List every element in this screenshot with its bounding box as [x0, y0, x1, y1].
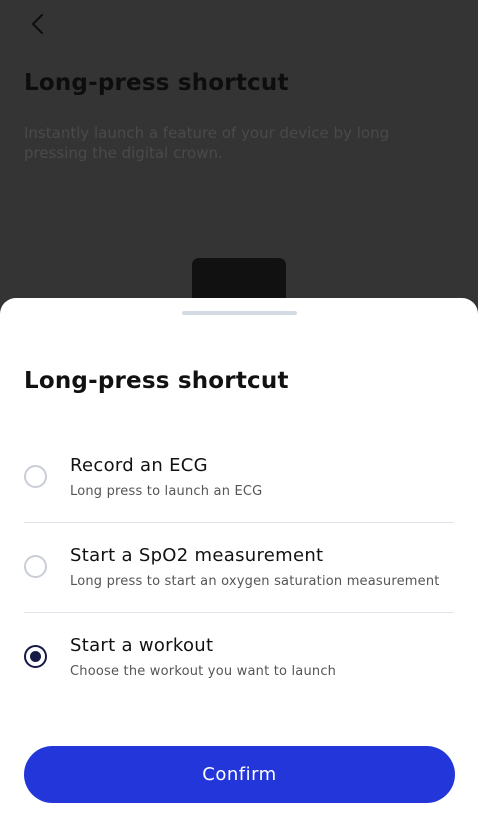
radio-unchecked-icon[interactable]	[24, 465, 47, 488]
screen: Long-press shortcut Instantly launch a f…	[0, 0, 478, 827]
sheet-title: Long-press shortcut	[24, 368, 289, 394]
option-record-ecg[interactable]: Record an ECG Long press to launch an EC…	[0, 433, 478, 523]
confirm-button[interactable]: Confirm	[24, 746, 455, 803]
option-spo2-measurement[interactable]: Start a SpO2 measurement Long press to s…	[0, 523, 478, 613]
back-button[interactable]	[22, 10, 54, 42]
option-title: Start a SpO2 measurement	[70, 545, 324, 566]
chevron-left-icon	[30, 13, 46, 39]
bottom-sheet: Long-press shortcut Record an ECG Long p…	[0, 298, 478, 827]
radio-unchecked-icon[interactable]	[24, 555, 47, 578]
background-page-description: Instantly launch a feature of your devic…	[24, 124, 390, 162]
option-title: Start a workout	[70, 635, 214, 656]
sheet-drag-handle[interactable]	[182, 311, 297, 315]
shortcut-options: Record an ECG Long press to launch an EC…	[0, 433, 478, 703]
radio-checked-icon[interactable]	[24, 645, 47, 668]
option-subtitle: Choose the workout you want to launch	[70, 664, 337, 679]
option-subtitle: Long press to launch an ECG	[70, 484, 263, 499]
option-subtitle: Long press to start an oxygen saturation…	[70, 574, 440, 589]
option-title: Record an ECG	[70, 455, 208, 476]
background-page-title: Long-press shortcut	[24, 70, 289, 96]
option-start-workout[interactable]: Start a workout Choose the workout you w…	[0, 613, 478, 703]
